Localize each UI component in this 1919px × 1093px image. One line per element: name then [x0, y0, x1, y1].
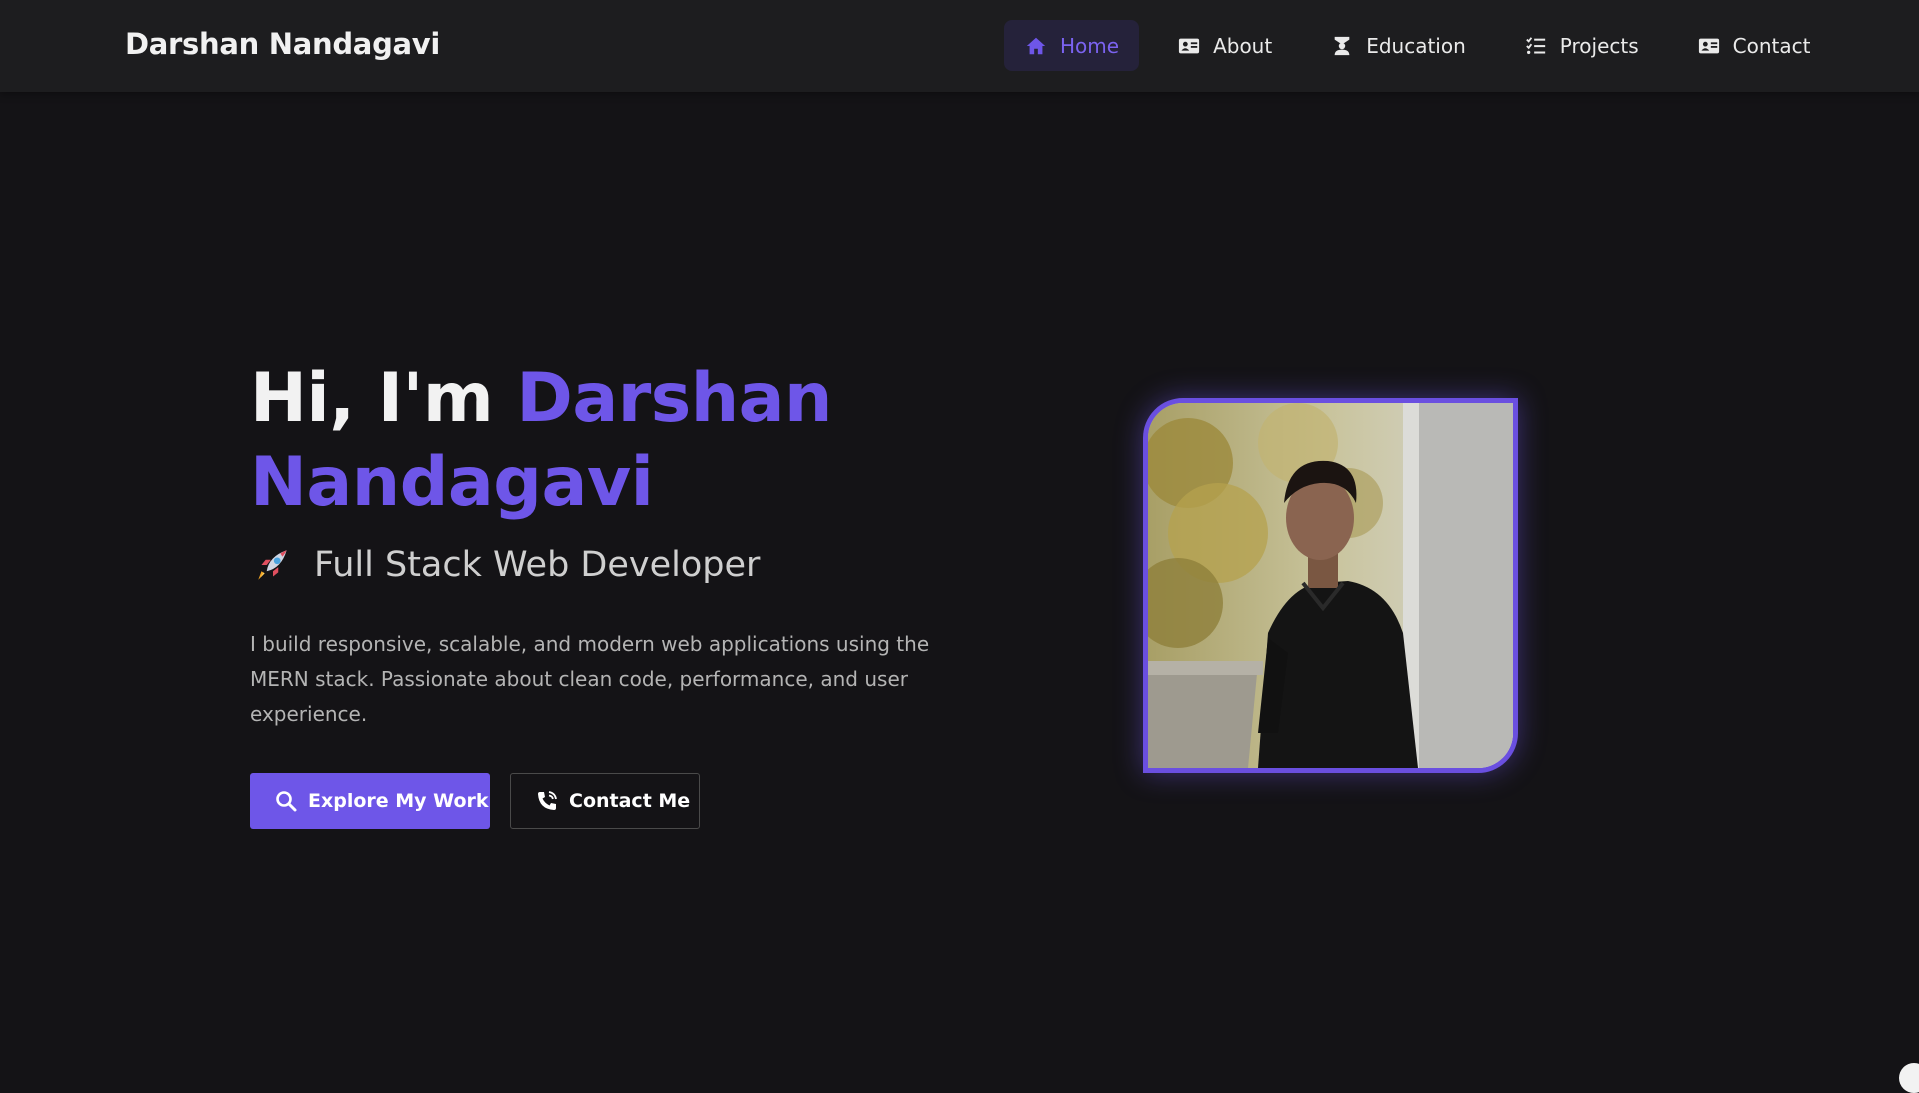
nav-item-about[interactable]: About	[1157, 20, 1292, 71]
contact-button-label: Contact Me	[569, 790, 690, 812]
scroll-indicator	[1899, 1063, 1919, 1093]
hero-name-first: Darshan	[516, 359, 832, 438]
nav-item-home[interactable]: Home	[1004, 20, 1139, 71]
hero-description: I build responsive, scalable, and modern…	[250, 627, 940, 732]
phone-icon	[535, 789, 559, 813]
rocket-icon	[252, 544, 294, 586]
nav-item-contact[interactable]: Contact	[1677, 20, 1831, 71]
search-icon	[274, 789, 298, 813]
explore-my-work-button[interactable]: Explore My Work	[250, 773, 490, 829]
id-card-icon	[1177, 34, 1201, 58]
home-icon	[1024, 34, 1048, 58]
nav-item-education[interactable]: Education	[1310, 20, 1486, 71]
nav-label-contact: Contact	[1733, 34, 1811, 58]
hero-name-last: Nandagavi	[250, 443, 653, 522]
address-card-icon	[1697, 34, 1721, 58]
profile-photo	[1143, 398, 1518, 773]
contact-me-button[interactable]: Contact Me	[510, 773, 700, 829]
nav-label-projects: Projects	[1560, 34, 1639, 58]
nav-links: Home About Edu	[1004, 20, 1848, 71]
list-check-icon	[1524, 34, 1548, 58]
nav-label-education: Education	[1366, 34, 1466, 58]
explore-button-label: Explore My Work	[308, 790, 489, 812]
navbar: Darshan Nandagavi Home About	[0, 0, 1919, 92]
hero-greeting: Hi, I'm	[250, 359, 493, 438]
nav-label-about: About	[1213, 34, 1272, 58]
hero-role-text: Full Stack Web Developer	[314, 545, 760, 585]
nav-label-home: Home	[1060, 34, 1119, 58]
hero-title: Hi, I'm Darshan Nandagavi	[250, 357, 832, 525]
hero-role: Full Stack Web Developer	[252, 544, 760, 586]
graduation-icon	[1330, 34, 1354, 58]
nav-item-projects[interactable]: Projects	[1504, 20, 1659, 71]
brand-logo-text[interactable]: Darshan Nandagavi	[125, 27, 440, 61]
